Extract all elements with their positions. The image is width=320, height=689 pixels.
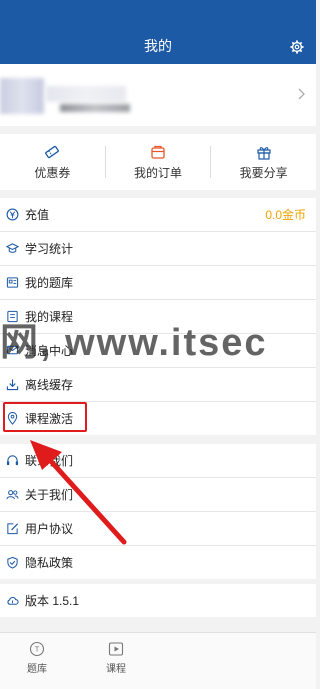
menu-item-offline-cache[interactable]: 离线缓存 (0, 368, 316, 402)
menu-item-label: 充值 (25, 208, 50, 222)
recharge-icon (6, 208, 19, 221)
menu-item-label: 隐私政策 (25, 556, 74, 570)
menu-group-version: 版本 1.5.1 (0, 584, 316, 617)
coupon-button[interactable]: 优惠券 (0, 134, 105, 190)
menu-group-about: 联系我们 关于我们 用户协议 隐私政策 (0, 444, 316, 579)
menu-item-label: 用户协议 (25, 522, 74, 536)
coupon-icon (45, 145, 60, 158)
menu-item-label: 学习统计 (25, 242, 74, 256)
menu-item-label: 联系我们 (25, 454, 74, 468)
bottom-tab-bar: T 题库 课程 (0, 632, 316, 689)
cloud-icon (7, 596, 19, 605)
menu-item-version[interactable]: 版本 1.5.1 (0, 584, 316, 617)
menu-item-label: 我的课程 (25, 310, 74, 324)
tab-label: 题库 (27, 664, 47, 675)
menu-item-my-courses[interactable]: 我的课程 (0, 300, 316, 334)
menu-item-label: 消息中心 (25, 344, 74, 358)
menu-group-account: 充值 0.0金币 学习统计 我的题库 我的课程 消息中心 离线缓存 课程激活 (0, 198, 316, 435)
profile-card[interactable] (0, 64, 316, 126)
menu-item-study-stats[interactable]: 学习统计 (0, 232, 316, 266)
gear-icon[interactable] (290, 40, 304, 54)
menu-item-question-bank[interactable]: 我的题库 (0, 266, 316, 300)
graduation-cap-icon (6, 243, 19, 253)
tab-courses[interactable]: 课程 (96, 641, 136, 675)
menu-item-user-agreement[interactable]: 用户协议 (0, 512, 316, 546)
menu-item-recharge[interactable]: 充值 0.0金币 (0, 198, 316, 232)
menu-item-privacy-policy[interactable]: 隐私政策 (0, 546, 316, 579)
share-label: 我要分享 (239, 165, 288, 180)
highlight-box (3, 402, 87, 432)
coupon-label: 优惠券 (34, 165, 71, 180)
menu-item-label: 我的题库 (25, 276, 74, 290)
quick-actions: 优惠券 我的订单 我要分享 (0, 134, 316, 190)
people-icon (6, 490, 19, 500)
download-icon (6, 379, 19, 391)
shield-icon (7, 556, 18, 569)
question-bank-tab-icon: T (29, 641, 45, 657)
message-icon (6, 345, 19, 355)
menu-item-label: 离线缓存 (25, 378, 74, 392)
coin-balance: 0.0金币 (265, 208, 306, 222)
profile-name (46, 86, 126, 102)
version-label: 版本 1.5.1 (25, 594, 80, 608)
chevron-right-icon (298, 88, 305, 100)
top-header: 我的 (0, 0, 316, 64)
question-bank-icon (6, 277, 19, 288)
orders-button[interactable]: 我的订单 (106, 134, 211, 190)
page-title: 我的 (144, 38, 172, 54)
edit-icon (7, 523, 19, 535)
tab-question-bank[interactable]: T 题库 (17, 641, 57, 675)
video-play-icon (108, 642, 124, 656)
tab-label: 课程 (106, 664, 126, 675)
gift-icon (257, 146, 271, 160)
order-icon (151, 145, 165, 159)
menu-item-label: 关于我们 (25, 488, 74, 502)
headset-icon (6, 455, 19, 466)
menu-item-contact[interactable]: 联系我们 (0, 444, 316, 478)
course-icon (7, 310, 18, 323)
orders-label: 我的订单 (134, 165, 183, 180)
profile-info (60, 104, 130, 112)
svg-text:T: T (34, 646, 40, 654)
menu-item-about[interactable]: 关于我们 (0, 478, 316, 512)
avatar (0, 78, 44, 114)
share-button[interactable]: 我要分享 (211, 134, 316, 190)
menu-item-messages[interactable]: 消息中心 (0, 334, 316, 368)
